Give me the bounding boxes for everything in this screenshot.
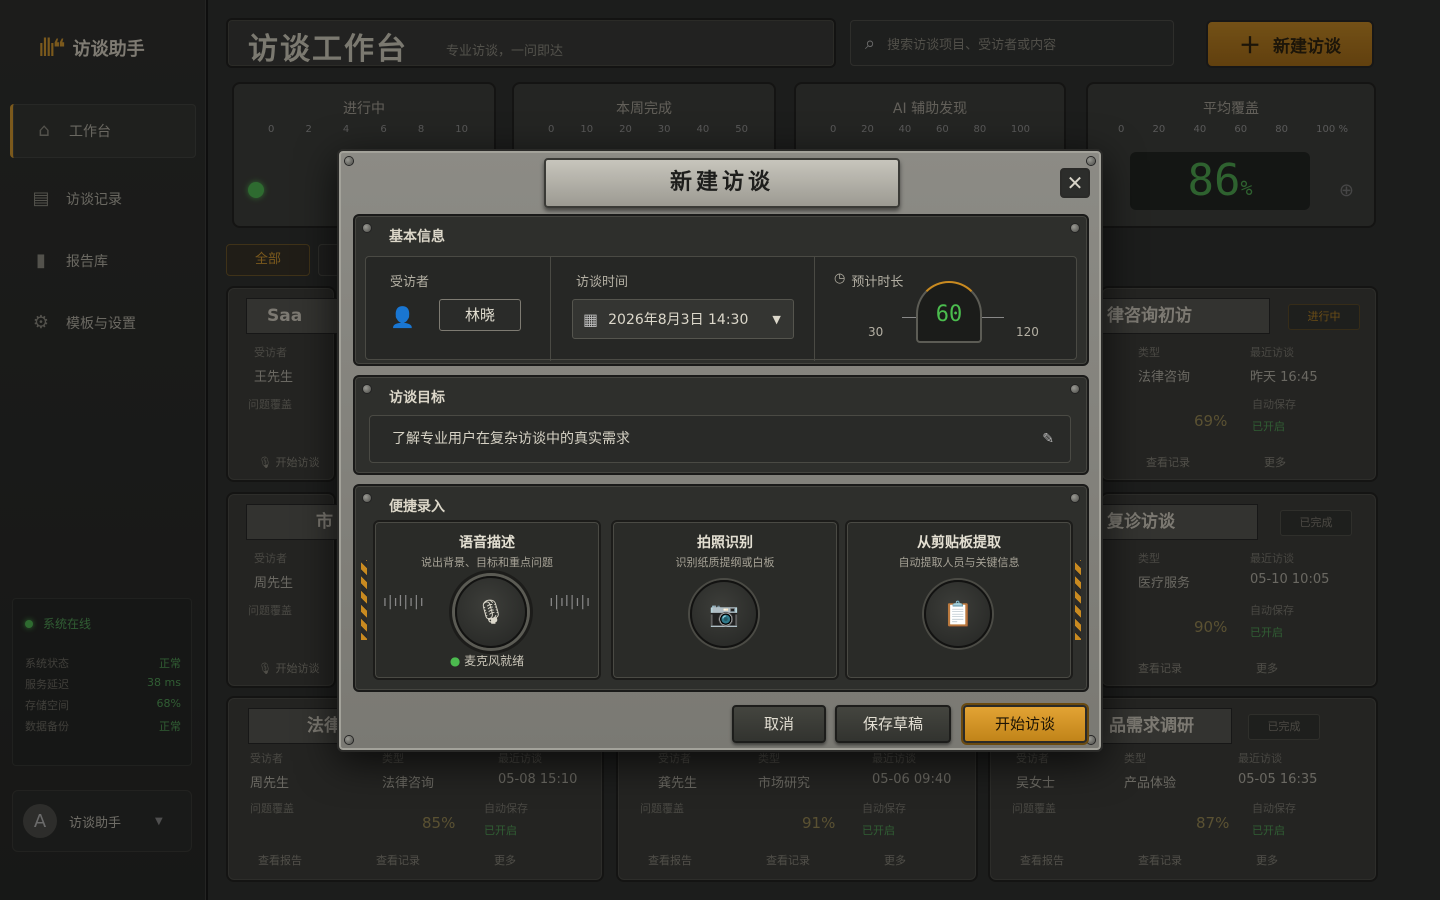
section-title: 基本信息 xyxy=(389,229,445,245)
divider xyxy=(814,257,815,361)
quick-card-subtitle: 识别纸质提纲或白板 xyxy=(675,556,775,569)
screw-icon xyxy=(1071,224,1079,232)
person-icon: 👤 xyxy=(390,305,415,329)
duration-max: 120 xyxy=(1016,325,1039,339)
duration-label-row: ◷ 预计时长 xyxy=(834,271,903,290)
clock-icon: ◷ xyxy=(834,271,846,286)
ready-dot-icon: ● xyxy=(449,654,461,668)
microphone-icon: 🎙 xyxy=(475,598,507,626)
quick-card-title: 语音描述 xyxy=(459,535,515,551)
basic-info-grid: 受访者 👤 林晓 访谈时间 ▦ 2026年8月3日 14:30 ▼ ◷ 预计时长 … xyxy=(365,256,1077,361)
mic-status: ● 麦克风就绪 xyxy=(375,652,599,669)
quick-input-section: 便捷录入 语音描述 说出背景、目标和重点问题 ı|ıl|ı|ı ı|ıl|ı|ı… xyxy=(353,484,1089,692)
section-title: 便捷录入 xyxy=(389,499,445,515)
close-button[interactable]: ✕ xyxy=(1060,168,1090,198)
screw-icon xyxy=(345,736,353,744)
edit-icon[interactable]: ✎ xyxy=(1042,416,1054,462)
datetime-value: 2026年8月3日 14:30 xyxy=(608,312,749,328)
goal-input[interactable]: 了解专业用户在复杂访谈中的真实需求 ✎ xyxy=(369,415,1071,463)
hazard-stripe xyxy=(361,560,367,640)
screw-icon xyxy=(363,494,371,502)
chevron-down-icon: ▼ xyxy=(772,312,781,326)
clipboard-button[interactable]: 📋 xyxy=(924,580,992,648)
close-icon: ✕ xyxy=(1066,171,1084,195)
camera-button[interactable]: 📷 xyxy=(690,580,758,648)
hazard-stripe xyxy=(1075,560,1081,640)
duration-dial[interactable]: 60 xyxy=(916,281,982,343)
basic-info-section: 基本信息 受访者 👤 林晓 访谈时间 ▦ 2026年8月3日 14:30 ▼ ◷… xyxy=(353,214,1089,366)
screw-icon xyxy=(363,224,371,232)
duration-label: 预计时长 xyxy=(851,275,904,290)
screw-icon xyxy=(345,157,353,165)
goal-text: 了解专业用户在复杂访谈中的真实需求 xyxy=(392,431,630,447)
quick-card-subtitle: 说出背景、目标和重点问题 xyxy=(421,556,553,569)
new-interview-dialog: 新建访谈 ✕ 基本信息 受访者 👤 林晓 访谈时间 ▦ 2026年8月3日 14… xyxy=(337,149,1103,752)
section-title: 访谈目标 xyxy=(389,390,445,406)
datetime-picker[interactable]: ▦ 2026年8月3日 14:30 ▼ xyxy=(572,299,794,339)
screw-icon xyxy=(1087,736,1095,744)
quick-card-title: 从剪贴板提取 xyxy=(917,535,1001,551)
waveform-icon: ı|ıl|ı|ı xyxy=(383,594,425,610)
clipboard-icon: 📋 xyxy=(943,600,973,628)
waveform-icon: ı|ıl|ı|ı xyxy=(549,594,591,610)
screw-icon xyxy=(1087,157,1095,165)
quick-card-title: 拍照识别 xyxy=(697,535,753,551)
screw-icon xyxy=(1071,385,1079,393)
clipboard-input-card[interactable]: 从剪贴板提取 自动提取人员与关键信息 📋 xyxy=(845,520,1073,680)
start-interview-button[interactable]: 开始访谈 xyxy=(963,705,1087,743)
calendar-icon: ▦ xyxy=(583,309,599,329)
mic-status-text: 麦克风就绪 xyxy=(464,654,525,668)
interviewee-label: 受访者 xyxy=(390,275,430,290)
cancel-button[interactable]: 取消 xyxy=(732,705,826,743)
photo-input-card[interactable]: 拍照识别 识别纸质提纲或白板 📷 xyxy=(611,520,839,680)
voice-input-card[interactable]: 语音描述 说出背景、目标和重点问题 ı|ıl|ı|ı ı|ıl|ı|ı 🎙 ● … xyxy=(373,520,601,680)
quick-card-subtitle: 自动提取人员与关键信息 xyxy=(898,556,1020,569)
save-draft-button[interactable]: 保存草稿 xyxy=(835,705,951,743)
dialog-title: 新建访谈 xyxy=(544,158,900,208)
interviewee-field[interactable]: 林晓 xyxy=(439,299,521,331)
time-label: 访谈时间 xyxy=(576,275,629,290)
screw-icon xyxy=(1071,494,1079,502)
camera-icon: 📷 xyxy=(709,600,739,628)
screw-icon xyxy=(363,385,371,393)
microphone-button[interactable]: 🎙 xyxy=(455,576,527,648)
divider xyxy=(550,257,551,361)
goal-section: 访谈目标 了解专业用户在复杂访谈中的真实需求 ✎ xyxy=(353,375,1089,475)
duration-min: 30 xyxy=(868,325,884,339)
